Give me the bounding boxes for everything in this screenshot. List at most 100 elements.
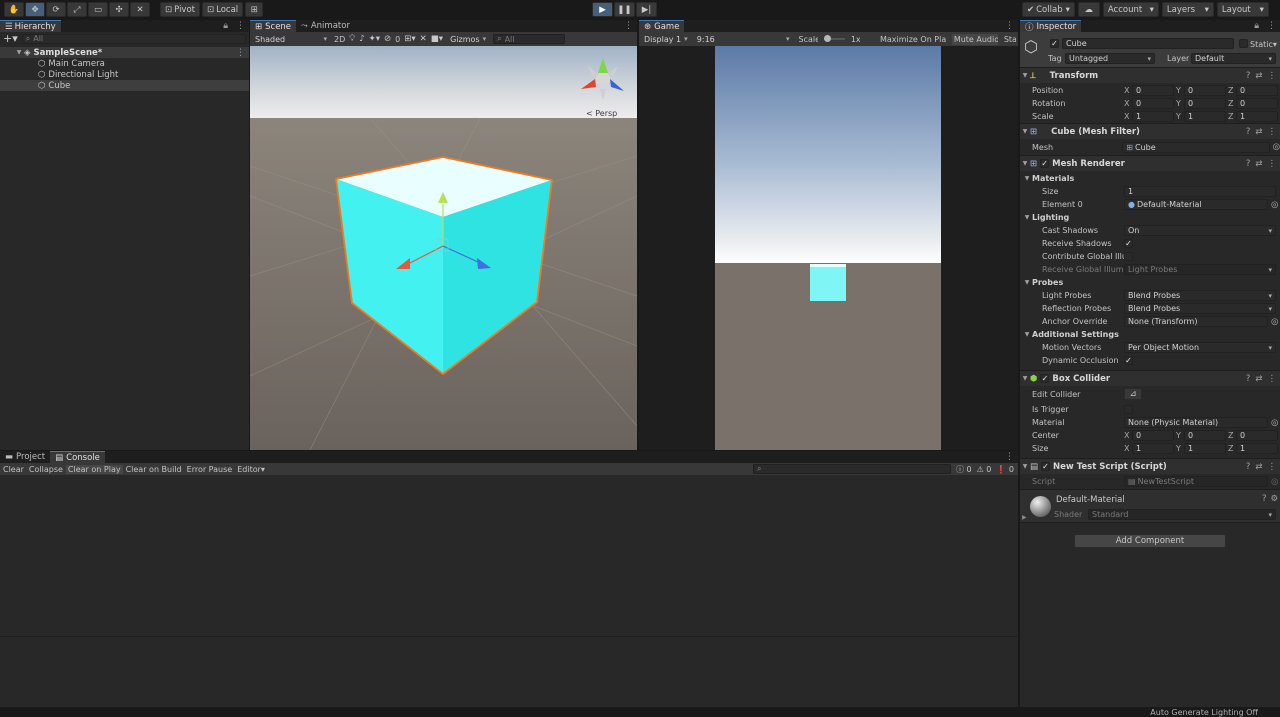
script-header[interactable]: ▼ ▤ ✓ New Test Script (Script) ? ⇄ ⋮ [1020,458,1280,474]
scale-z-field[interactable]: 1 [1236,110,1278,122]
preset-icon[interactable]: ⇄ [1255,159,1262,169]
error-pause-button[interactable]: Error Pause [185,465,235,474]
light-probes-dropdown[interactable]: Blend Probes [1124,290,1276,301]
tab-hierarchy[interactable]: ☰ Hierarchy [0,20,61,32]
probes-foldout[interactable]: ▼ Probes [1020,276,1280,289]
move-tool-button[interactable]: ✥ [25,2,45,17]
tag-dropdown[interactable]: Untagged [1065,53,1155,64]
mesh-object-field[interactable]: ⊞ Cube [1122,141,1270,153]
position-x-field[interactable]: 0 [1132,84,1174,96]
center-x-field[interactable]: 0 [1132,430,1174,441]
static-checkbox[interactable] [1239,39,1248,48]
step-button[interactable]: ▶| [636,2,657,17]
clear-on-play-button[interactable]: Clear on Play [65,464,123,474]
more-options-icon[interactable]: ⋮ [232,48,249,58]
custom-tool-button[interactable]: ✕ [130,2,150,17]
more-options-icon[interactable]: ⋮ [1268,71,1277,81]
reflection-probes-dropdown[interactable]: Blend Probes [1124,303,1276,314]
dynamic-occlusion-checkbox[interactable]: ✓ [1124,356,1133,365]
lighting-foldout[interactable]: ▼ Lighting [1020,211,1280,224]
fold-arrow-icon[interactable]: ▶ [1022,514,1027,521]
materials-size-field[interactable]: 1 [1124,186,1276,197]
scene-root-row[interactable]: ▼ ◈ SampleScene* ⋮ [0,47,249,58]
center-z-field[interactable]: 0 [1236,430,1278,441]
edit-collider-button[interactable]: ⊿ [1124,388,1142,400]
more-options-icon[interactable]: ⋮ [1268,159,1277,169]
scale-tool-button[interactable]: ⤢ [67,2,87,17]
editor-dropdown[interactable]: Editor▾ [235,465,267,474]
collab-dropdown[interactable]: ✔ Collab ▾ [1022,2,1075,17]
audio-icon[interactable]: ♪ [359,34,364,44]
size-x-field[interactable]: 1 [1132,443,1174,454]
rotate-tool-button[interactable]: ⟳ [46,2,66,17]
object-picker-icon[interactable]: ◎ [1271,418,1278,428]
rect-tool-button[interactable]: ▭ [88,2,108,17]
transform-tool-button[interactable]: ✣ [109,2,129,17]
script-enabled-checkbox[interactable]: ✓ [1041,462,1051,471]
lock-icon[interactable]: 🔒︎ [1250,21,1263,31]
position-y-field[interactable]: 0 [1184,84,1226,96]
grid-toggle-icon[interactable]: ⊞▾ [404,34,415,44]
gizmos-dropdown[interactable]: Gizmos [447,34,489,45]
add-component-button[interactable]: Add Component [1074,534,1226,548]
maximize-on-play-toggle[interactable]: Maximize On Play [880,35,946,44]
box-collider-header[interactable]: ▼ ⬢ ✓ Box Collider ? ⇄ ⋮ [1020,370,1280,386]
scale-slider[interactable] [824,35,845,43]
help-icon[interactable]: ? [1246,462,1251,472]
box-collider-enabled-checkbox[interactable]: ✓ [1040,374,1050,383]
physic-material-field[interactable]: None (Physic Material) [1124,417,1268,428]
console-split-divider[interactable] [0,636,1018,637]
object-picker-icon[interactable]: ◎ [1271,317,1278,327]
scale-x-field[interactable]: 1 [1132,110,1174,122]
object-name-field[interactable]: Cube [1062,38,1234,49]
projection-label[interactable]: < Persp [586,109,617,118]
game-viewport[interactable] [715,46,941,450]
warning-count-toggle[interactable]: ⚠ 0 [977,465,992,474]
console-search-input[interactable]: ⌕ [752,464,951,474]
mesh-filter-header[interactable]: ▼ ⊞ Cube (Mesh Filter) ? ⇄ ⋮ [1020,123,1280,139]
help-icon[interactable]: ? [1262,494,1267,504]
tab-game[interactable]: ⊛ Game [639,20,685,32]
position-z-field[interactable]: 0 [1236,84,1278,96]
scale-y-field[interactable]: 1 [1184,110,1226,122]
receive-shadows-checkbox[interactable]: ✓ [1124,239,1133,248]
stats-toggle[interactable]: Sta [1004,35,1016,44]
list-item[interactable]: ⬡ Main Camera [0,58,249,69]
cast-shadows-dropdown[interactable]: On [1124,225,1276,236]
hidden-objects-icon[interactable]: ⊘ [384,34,391,44]
camera-icon[interactable]: ■▾ [431,34,443,44]
more-options-icon[interactable]: ⋮ [1268,374,1277,384]
help-icon[interactable]: ? [1246,127,1251,137]
pivot-toggle[interactable]: ⊡ Pivot [160,2,200,17]
clear-on-build-button[interactable]: Clear on Build [124,465,184,474]
tab-animator[interactable]: ⤳ Animator [296,20,355,32]
layer-dropdown[interactable]: Default [1191,53,1276,64]
list-item[interactable]: ⬡ Directional Light [0,69,249,80]
anchor-override-field[interactable]: None (Transform) [1124,316,1268,327]
size-y-field[interactable]: 1 [1184,443,1226,454]
help-icon[interactable]: ? [1246,374,1251,384]
local-toggle[interactable]: ⊡ Local [202,2,244,17]
info-count-toggle[interactable]: ⓘ 0 [956,464,972,475]
list-item[interactable]: ⬡ Cube [0,80,249,91]
materials-foldout[interactable]: ▼ Materials [1020,172,1280,185]
mesh-renderer-enabled-checkbox[interactable]: ✓ [1040,159,1050,168]
scene-search-input[interactable]: ⌕ All [493,34,566,44]
error-count-toggle[interactable]: ❗ 0 [996,465,1014,474]
shading-mode-dropdown[interactable]: Shaded [252,34,330,45]
hierarchy-search-input[interactable]: ⌕ All [21,33,246,44]
mesh-renderer-header[interactable]: ▼ ⊞ ✓ Mesh Renderer ? ⇄ ⋮ [1020,155,1280,171]
cloud-button[interactable]: ☁ [1077,2,1100,17]
object-picker-icon[interactable]: ◎ [1273,142,1280,152]
is-trigger-checkbox[interactable] [1124,404,1133,414]
gear-icon[interactable]: ⚙ [1271,494,1279,504]
aspect-dropdown[interactable]: 9:16 [694,34,793,45]
preset-icon[interactable]: ⇄ [1255,462,1262,472]
preset-icon[interactable]: ⇄ [1255,374,1262,384]
element0-object-field[interactable]: ● Default-Material [1124,199,1268,210]
object-picker-icon[interactable]: ◎ [1271,200,1278,210]
layout-dropdown[interactable]: Layout ▾ [1216,2,1269,17]
more-options-icon[interactable]: ⋮ [620,21,637,31]
add-icon[interactable]: +▾ [3,32,18,45]
help-icon[interactable]: ? [1246,71,1251,81]
